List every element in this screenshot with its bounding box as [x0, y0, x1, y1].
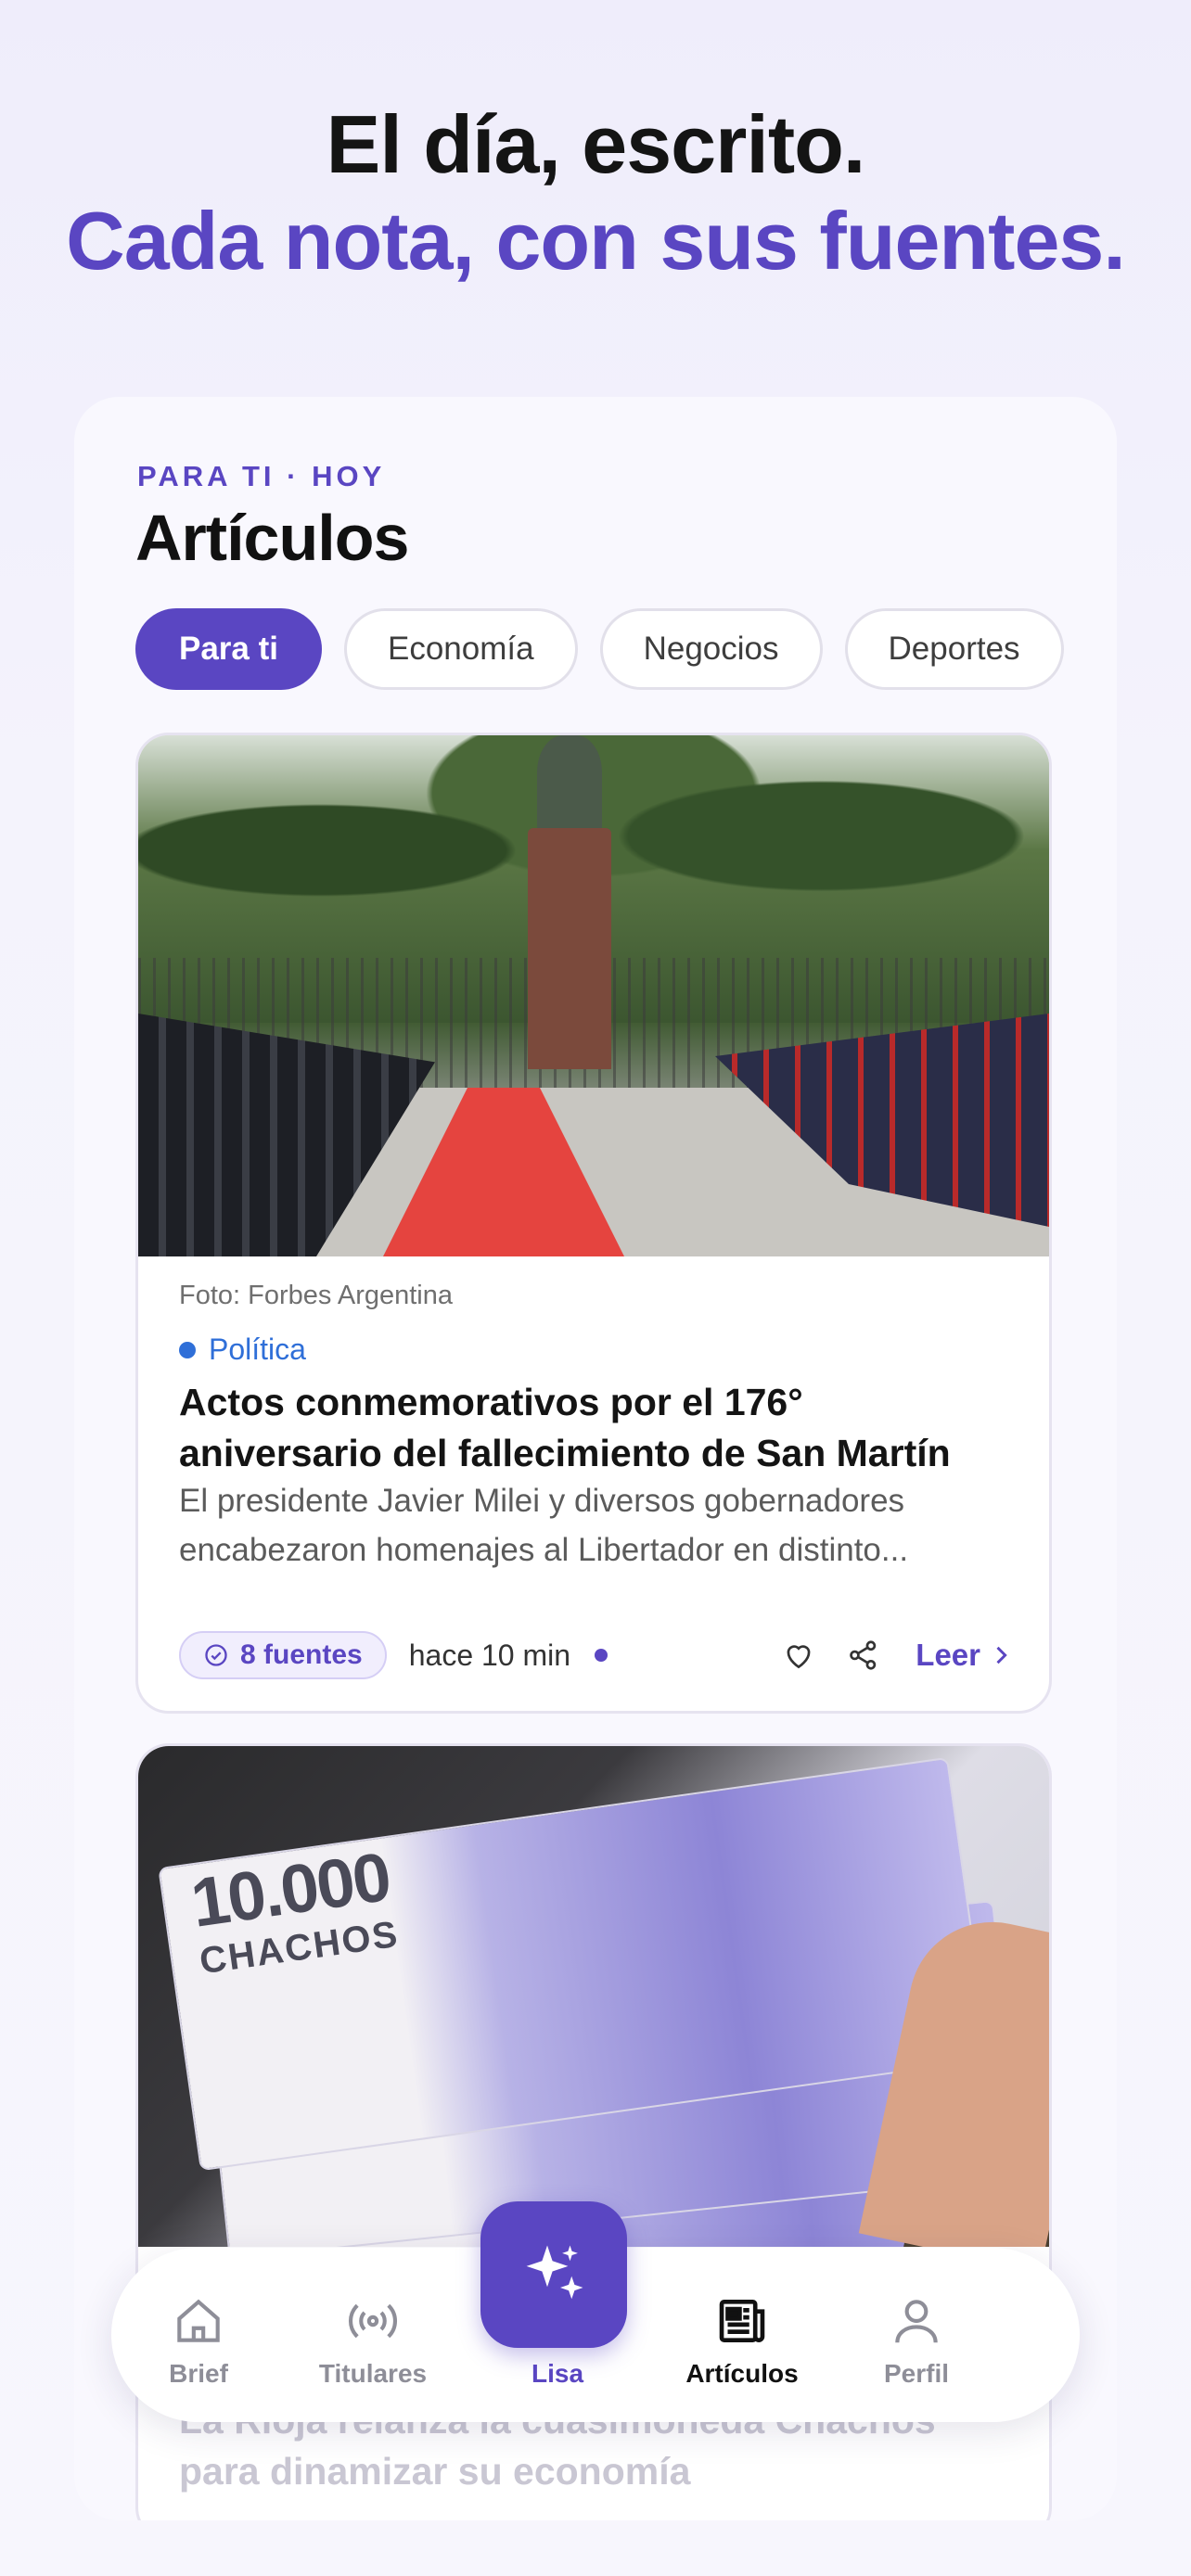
article-summary: El presidente Javier Milei y diversos go…: [179, 1483, 909, 1568]
sparkles-icon: [526, 2245, 583, 2300]
read-button[interactable]: Leer: [916, 1638, 1014, 1673]
tab-perfil-label: Perfil: [883, 2359, 950, 2388]
article-time: hace 10 min: [408, 1638, 571, 1672]
read-label: Leer: [916, 1638, 980, 1672]
unread-dot: [595, 1649, 608, 1662]
category-label: Política: [209, 1333, 306, 1366]
user-icon: [895, 2300, 938, 2343]
photo-credit: Foto: Forbes Argentina: [179, 1281, 453, 1310]
chip-economia[interactable]: Economía: [344, 608, 578, 690]
tab-brief-label: Brief: [169, 2359, 228, 2388]
home-icon: [177, 2299, 220, 2342]
article-category: Política: [179, 1333, 306, 1367]
hero-title: El día, escrito.: [326, 98, 866, 190]
article-photo: 10.000 CHACHOS: [138, 1746, 1049, 2247]
broadcast-icon: [348, 2303, 398, 2339]
chip-para-ti[interactable]: Para ti: [135, 608, 322, 690]
share-button[interactable]: [838, 1629, 890, 1681]
like-button[interactable]: [773, 1629, 825, 1681]
chip-negocios[interactable]: Negocios: [599, 608, 823, 690]
category-dot-icon: [179, 1341, 196, 1358]
bottom-tab-bar: Brief Titulares Lisa Artículos Perfil: [111, 2201, 1080, 2422]
tab-articulos-label: Artículos: [685, 2359, 799, 2388]
category-chips: Para ti Economía Negocios Deportes: [135, 608, 1064, 690]
article-photo: [138, 735, 1049, 1256]
newspaper-icon: [719, 2300, 765, 2342]
heart-icon: [787, 1645, 811, 1669]
hero: El día, escrito. Cada nota, con sus fuen…: [0, 98, 1191, 289]
check-circle-icon: [205, 1644, 227, 1666]
section-eyebrow: PARA TI · HOY: [137, 460, 386, 492]
article-headline[interactable]: Actos conmemorativos por el 176° anivers…: [179, 1377, 1014, 1478]
tab-articulos[interactable]: Artículos: [655, 2292, 829, 2389]
tab-perfil[interactable]: Perfil: [829, 2292, 1004, 2389]
hero-subtitle: Cada nota, con sus fuentes.: [66, 194, 1126, 287]
lisa-button[interactable]: [480, 2201, 627, 2348]
tab-titulares[interactable]: Titulares: [286, 2292, 460, 2389]
tab-lisa-label: Lisa: [531, 2359, 584, 2388]
article-meta: 8 fuentes hace 10 min Leer: [179, 1627, 1014, 1683]
chevron-right-icon: [996, 1646, 1007, 1664]
share-icon: [850, 1640, 877, 1670]
sources-count: 8 fuentes: [240, 1639, 363, 1670]
article-card[interactable]: Foto: Forbes Argentina Política Actos co…: [135, 733, 1052, 1714]
chip-deportes[interactable]: Deportes: [844, 608, 1064, 690]
tab-titulares-label: Titulares: [318, 2359, 428, 2388]
sources-badge[interactable]: 8 fuentes: [179, 1631, 387, 1679]
tab-brief[interactable]: Brief: [111, 2292, 286, 2389]
tab-lisa[interactable]: Lisa: [460, 2201, 655, 2389]
page-title: Artículos: [135, 502, 409, 574]
